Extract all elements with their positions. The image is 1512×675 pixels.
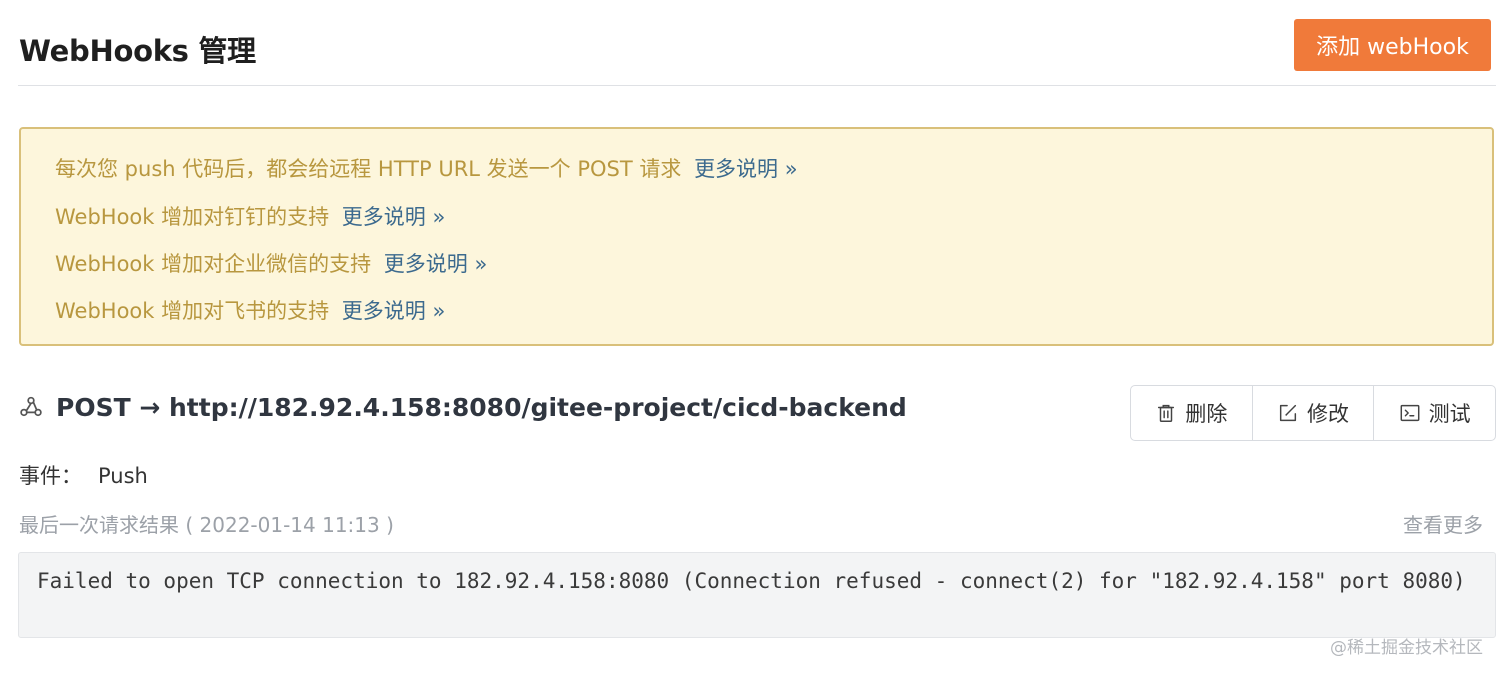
webhook-url-title: POST → http://182.92.4.158:8080/gitee-pr… — [56, 392, 907, 422]
edit-icon — [1279, 404, 1297, 422]
watermark: @稀土掘金技术社区 — [1330, 638, 1483, 658]
notice-line-wecom: WebHook 增加对企业微信的支持 更多说明 » — [55, 248, 487, 278]
notice-text: WebHook 增加对钉钉的支持 — [55, 205, 330, 229]
request-result-output: Failed to open TCP connection to 182.92.… — [18, 552, 1496, 638]
last-request-label: 最后一次请求结果 ( 2022-01-14 11:13 ) — [19, 513, 394, 537]
page-title: WebHooks 管理 — [19, 34, 256, 68]
page-header: WebHooks 管理 添加 webHook — [18, 0, 1496, 86]
edit-label: 修改 — [1307, 402, 1349, 426]
view-more-link[interactable]: 查看更多 — [1403, 509, 1483, 538]
terminal-icon — [1400, 404, 1420, 422]
delete-button[interactable]: 删除 — [1131, 386, 1253, 440]
notice-line-feishu: WebHook 增加对飞书的支持 更多说明 » — [55, 295, 445, 325]
edit-button[interactable]: 修改 — [1253, 386, 1375, 440]
more-info-link[interactable]: 更多说明 » — [384, 252, 488, 276]
event-value: Push — [98, 464, 148, 488]
event-label: 事件： — [19, 464, 82, 488]
notice-line-dingtalk: WebHook 增加对钉钉的支持 更多说明 » — [55, 201, 445, 231]
webhook-icon — [20, 396, 42, 417]
trash-icon — [1158, 404, 1175, 422]
notice-text: 每次您 push 代码后，都会给远程 HTTP URL 发送一个 POST 请求 — [55, 157, 682, 181]
more-info-link[interactable]: 更多说明 » — [342, 205, 446, 229]
more-info-link[interactable]: 更多说明 » — [342, 299, 446, 323]
delete-label: 删除 — [1185, 402, 1228, 426]
event-row: 事件： Push — [19, 460, 148, 490]
more-info-link[interactable]: 更多说明 » — [694, 157, 798, 181]
notice-line-push: 每次您 push 代码后，都会给远程 HTTP URL 发送一个 POST 请求… — [55, 153, 798, 183]
notice-text: WebHook 增加对企业微信的支持 — [55, 252, 372, 276]
test-button[interactable]: 测试 — [1374, 386, 1495, 440]
notice-text: WebHook 增加对飞书的支持 — [55, 299, 330, 323]
webhook-header: POST → http://182.92.4.158:8080/gitee-pr… — [18, 389, 907, 425]
test-label: 测试 — [1428, 402, 1471, 426]
add-webhook-button[interactable]: 添加 webHook — [1294, 19, 1491, 71]
notice-panel: 每次您 push 代码后，都会给远程 HTTP URL 发送一个 POST 请求… — [19, 127, 1494, 346]
webhook-action-group: 删除 修改 测试 — [1130, 385, 1496, 441]
